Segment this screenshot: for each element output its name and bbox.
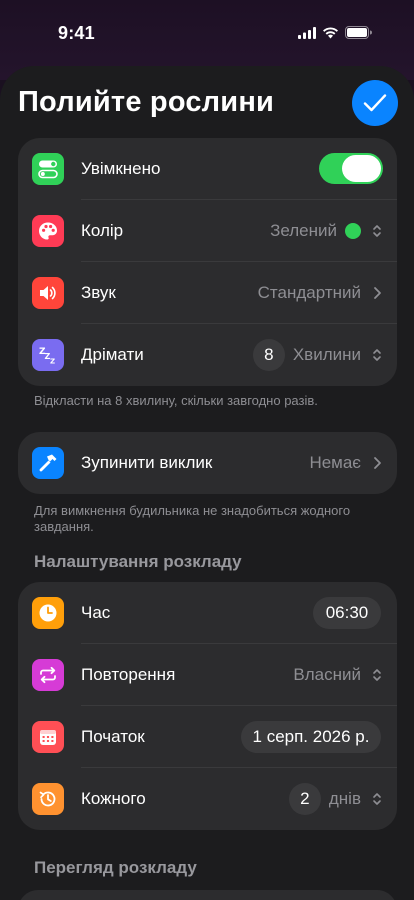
time-picker[interactable]: 06:30 xyxy=(313,597,381,629)
chevron-up-down-icon xyxy=(373,669,381,681)
start-date-picker[interactable]: 1 серп. 2026 р. xyxy=(241,721,381,753)
time-row: Час 06:30 xyxy=(18,582,397,644)
time-label: Час xyxy=(81,603,111,622)
chevron-right-icon xyxy=(374,457,381,469)
enabled-row: Увімкнено xyxy=(18,138,397,200)
every-value: 2 днів xyxy=(288,783,361,815)
clock-icon xyxy=(32,597,64,629)
every-unit: днів xyxy=(328,789,361,808)
snooze-row[interactable]: ZZZ Дрімати 8 Хвилини xyxy=(18,324,397,386)
snooze-unit: Хвилини xyxy=(292,345,361,364)
snooze-label: Дрімати xyxy=(81,345,144,364)
toggle-knob xyxy=(342,155,381,182)
start-row: Початок 1 серп. 2026 р. xyxy=(18,706,397,768)
sound-label: Звук xyxy=(81,283,116,302)
snooze-count-pill[interactable]: 8 xyxy=(252,339,285,371)
calendar-icon xyxy=(32,721,64,753)
repeat-label: Повторення xyxy=(81,665,176,684)
every-row[interactable]: Кожного 2 днів xyxy=(18,768,397,830)
stop-challenge-value: Немає xyxy=(309,453,361,472)
sound-value: Стандартний xyxy=(257,283,361,302)
palette-icon xyxy=(32,215,64,247)
every-label: Кожного xyxy=(81,789,146,808)
enabled-label: Увімкнено xyxy=(81,159,161,178)
schedule-group: Час 06:30 Повторення Власний Початок 1 с… xyxy=(18,582,397,830)
speaker-icon xyxy=(32,277,64,309)
every-count-pill[interactable]: 2 xyxy=(288,783,321,815)
cellular-signal-icon xyxy=(298,26,316,44)
hammer-icon xyxy=(32,447,64,479)
alarm-sheet: Полийте рослини Увімкнено Колір Зелений xyxy=(0,66,414,900)
preview-section-header: Перегляд розкладу xyxy=(34,858,197,877)
stop-challenge-label: Зупинити виклик xyxy=(81,453,213,472)
stop-challenge-caption: Для вимкнення будильника не знадобиться … xyxy=(34,503,351,534)
wifi-icon xyxy=(322,26,339,44)
color-value: Зелений xyxy=(270,221,361,241)
battery-icon xyxy=(345,26,372,44)
stop-challenge-group: Зупинити виклик Немає xyxy=(18,432,397,494)
status-bar: 9:41 xyxy=(0,0,414,66)
status-icons xyxy=(298,26,372,44)
enabled-toggle[interactable] xyxy=(319,153,383,184)
chevron-up-down-icon xyxy=(373,225,381,237)
color-label: Колір xyxy=(81,221,124,240)
repeat-value: Власний xyxy=(293,665,361,684)
color-swatch xyxy=(345,223,361,239)
stop-challenge-row[interactable]: Зупинити виклик Немає xyxy=(18,432,397,494)
start-label: Початок xyxy=(81,727,145,746)
repeat-icon xyxy=(32,659,64,691)
svg-text:Z: Z xyxy=(50,358,55,366)
chevron-right-icon xyxy=(374,287,381,299)
history-icon xyxy=(32,783,64,815)
repeat-row[interactable]: Повторення Власний xyxy=(18,644,397,706)
snooze-zzz-icon: ZZZ xyxy=(32,339,64,371)
sound-row[interactable]: Звук Стандартний xyxy=(18,262,397,324)
status-time: 9:41 xyxy=(58,23,95,43)
schedule-preview-group xyxy=(18,890,397,900)
snooze-caption: Відкласти на 8 хвилину, скільки завгодно… xyxy=(34,393,318,408)
alarm-settings-group: Увімкнено Колір Зелений Звук Стандартний xyxy=(18,138,397,386)
color-row[interactable]: Колір Зелений xyxy=(18,200,397,262)
toggle-icon xyxy=(32,153,64,185)
chevron-up-down-icon xyxy=(373,349,381,361)
checkmark-icon xyxy=(363,94,387,112)
schedule-section-header: Налаштування розкладу xyxy=(34,552,242,571)
color-value-text: Зелений xyxy=(270,221,337,240)
page-title: Полийте рослини xyxy=(18,86,275,118)
done-button[interactable] xyxy=(352,80,398,126)
snooze-value: 8 Хвилини xyxy=(252,339,361,371)
chevron-up-down-icon xyxy=(373,793,381,805)
